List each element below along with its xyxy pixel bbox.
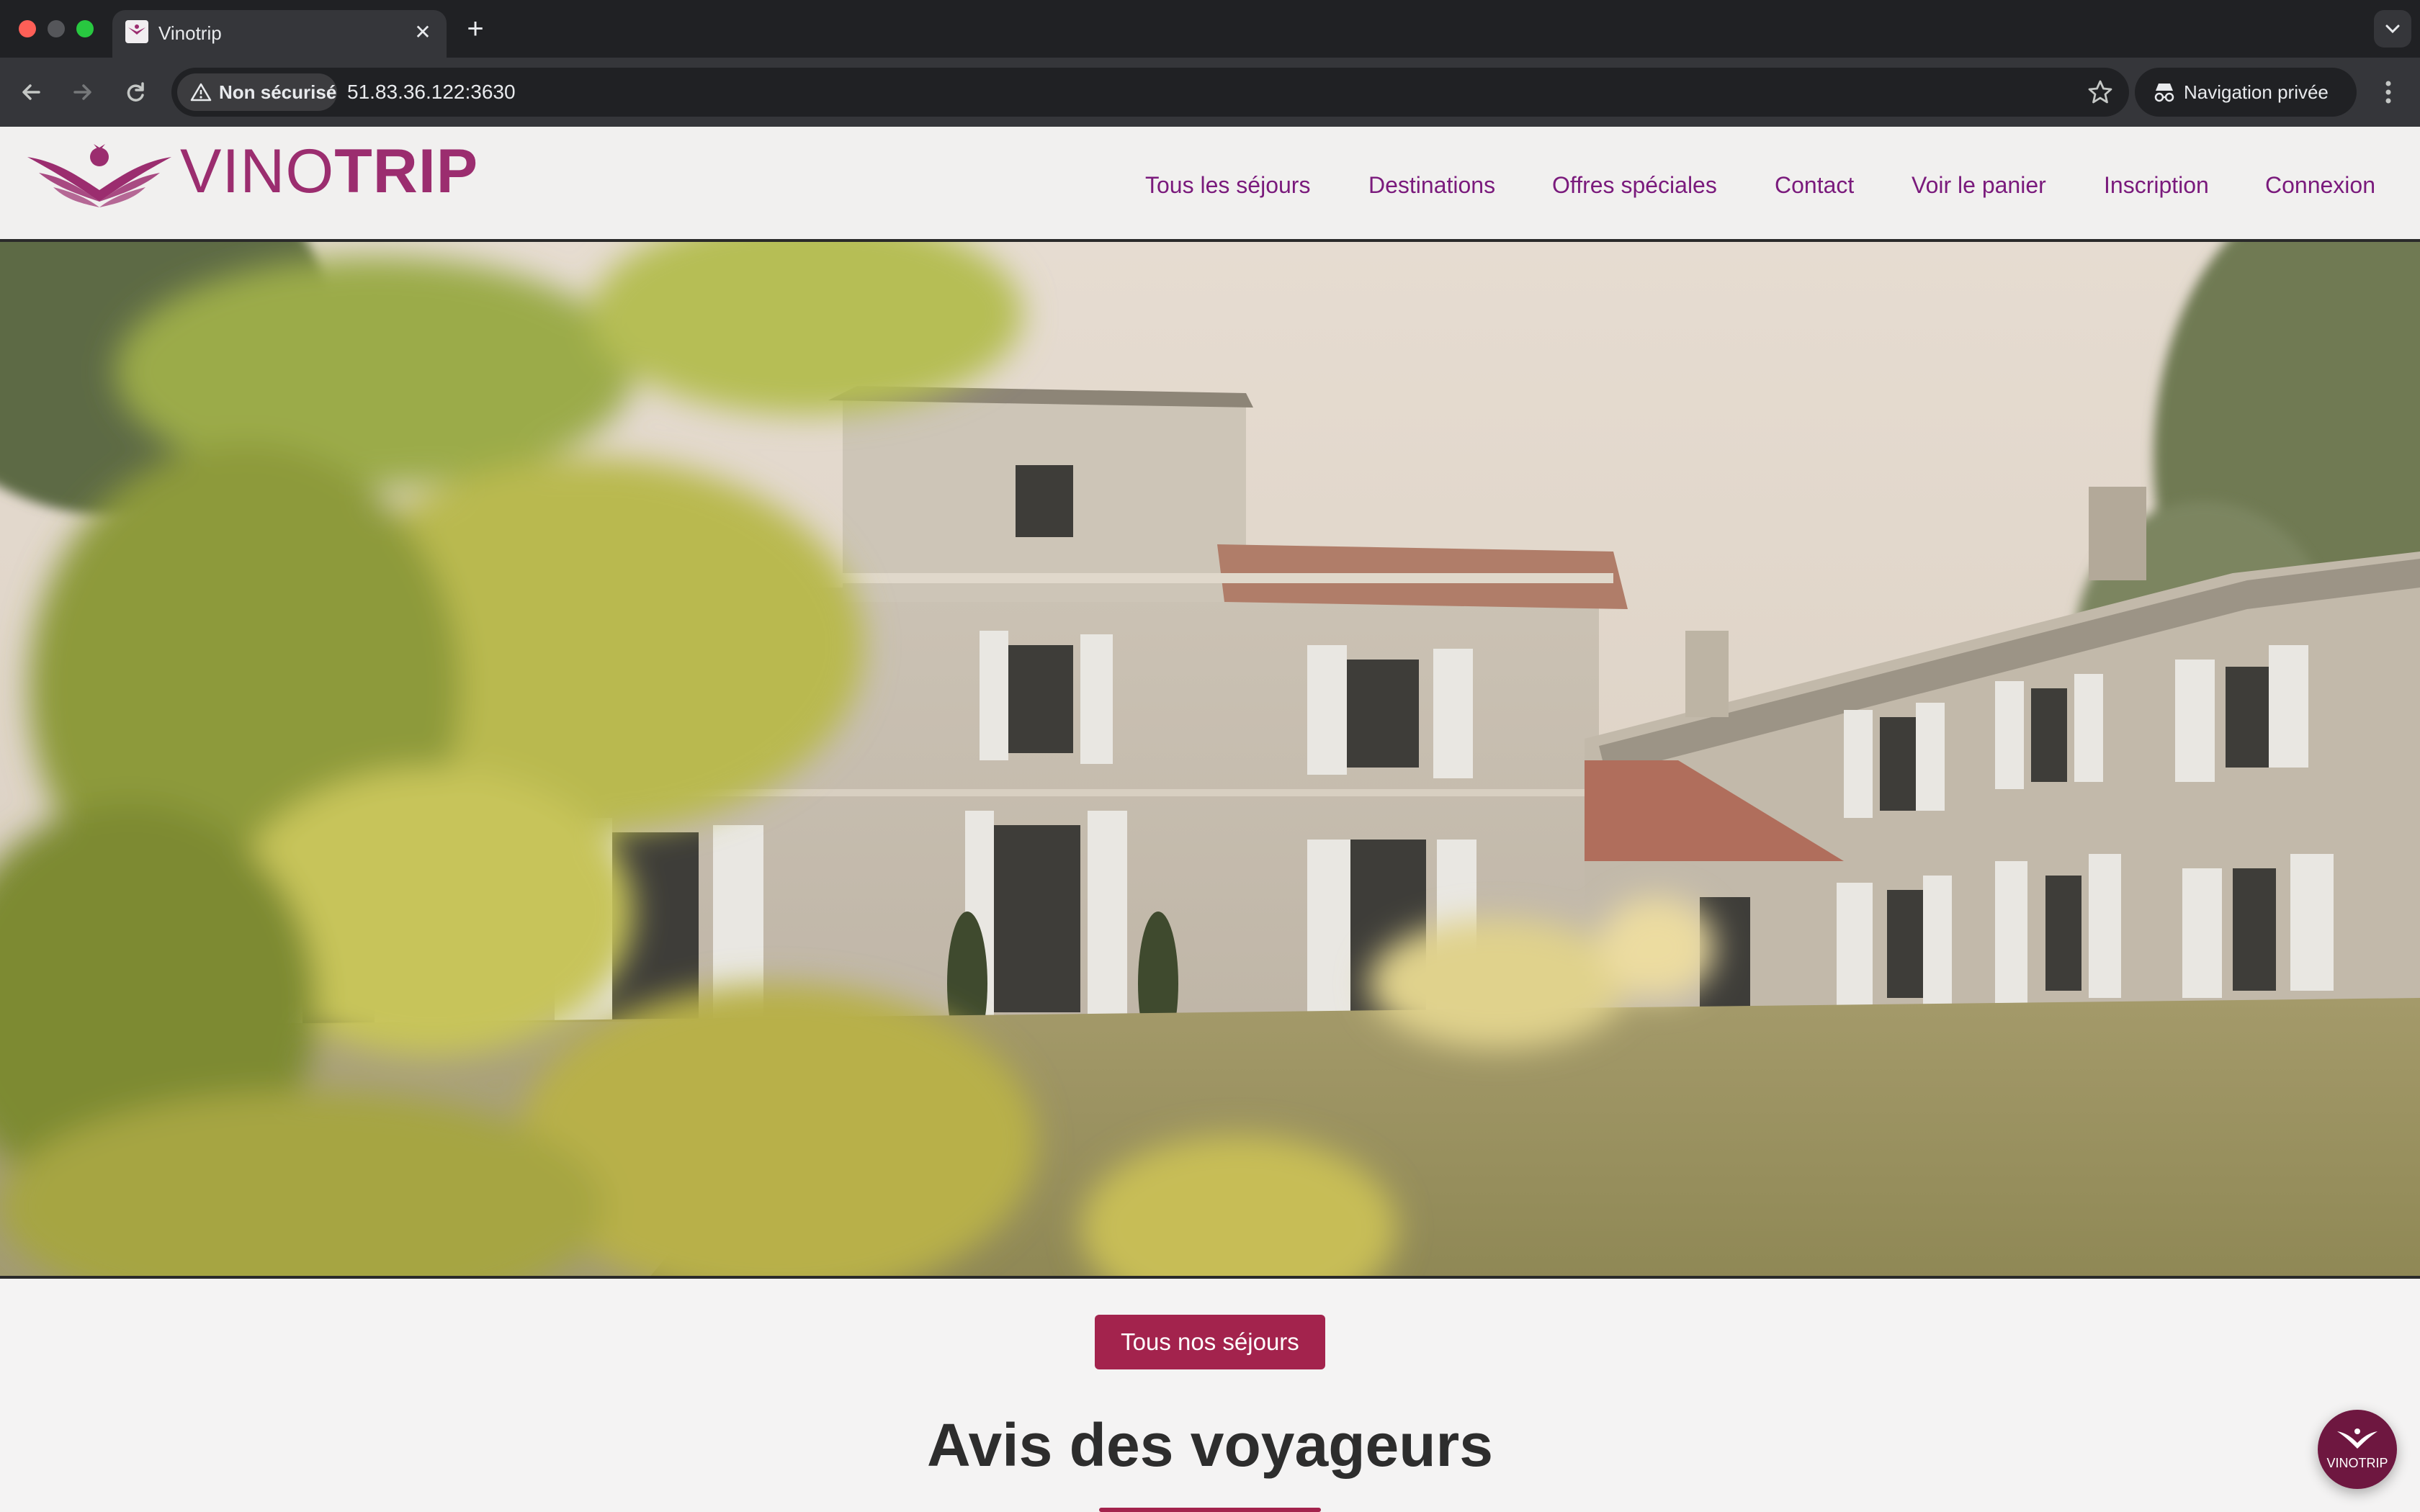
hero-video[interactable] [0,242,2420,1279]
new-tab-button[interactable]: + [461,12,490,46]
browser-toolbar: Non sécurisé 51.83.36.122:3630 Navigatio… [0,58,2420,127]
more-vert-icon [2385,81,2391,104]
vinotrip-logo-icon [2337,1428,2378,1449]
back-button[interactable] [13,73,50,111]
chat-widget-button[interactable]: VINOTRIP [2318,1410,2397,1489]
nav-link-login[interactable]: Connexion [2265,167,2375,203]
minimize-window-button[interactable] [48,20,65,37]
forward-button[interactable] [63,73,101,111]
browser-tab[interactable]: Vinotrip ✕ [112,10,447,58]
warning-icon [190,83,212,102]
incognito-label: Navigation privée [2184,81,2329,103]
browser-tab-strip: Vinotrip ✕ + [0,0,2420,58]
maximize-window-button[interactable] [76,20,94,37]
vinotrip-favicon-icon [125,20,148,43]
reviews-heading: Avis des voyageurs [927,1411,1493,1479]
nav-link-destinations[interactable]: Destinations [1368,167,1495,203]
logo-wordmark[interactable]: VINOTRIP [180,135,478,207]
arrow-right-icon [73,84,91,100]
bookmark-star-icon[interactable] [2086,78,2115,107]
all-stays-button[interactable]: Tous nos séjours [1095,1315,1325,1369]
reload-icon [127,82,144,102]
chateau-hero-image [0,242,2420,1276]
nav-link-cart[interactable]: Voir le panier [1912,167,2046,203]
security-indicator[interactable]: Non sécurisé [177,73,337,111]
close-window-button[interactable] [19,20,36,37]
address-bar[interactable]: Non sécurisé 51.83.36.122:3630 [171,68,2129,117]
incognito-icon [2154,84,2174,102]
nav-link-contact[interactable]: Contact [1775,167,1854,203]
tab-search-button[interactable] [2374,10,2411,48]
nav-link-all-stays[interactable]: Tous les séjours [1145,167,1310,203]
logo-wordmark-thin: VINO [180,137,335,206]
chat-widget-label: VINOTRIP [2326,1456,2388,1470]
reload-button[interactable] [117,73,154,111]
vinotrip-logo-icon[interactable] [27,141,171,213]
incognito-indicator[interactable]: Navigation privée [2135,68,2357,117]
site-header: VINOTRIP Tous les séjours Destinations O… [0,127,2420,242]
heading-underline [1099,1508,1321,1512]
browser-menu-button[interactable] [2372,72,2404,112]
security-label: Non sécurisé [219,81,337,103]
close-tab-icon[interactable]: ✕ [409,19,436,46]
chevron-down-icon [2385,24,2400,34]
tab-title: Vinotrip [158,22,222,44]
logo-wordmark-bold: TRIP [334,137,479,206]
nav-link-register[interactable]: Inscription [2104,167,2209,203]
nav-link-special-offers[interactable]: Offres spéciales [1552,167,1717,203]
url-text[interactable]: 51.83.36.122:3630 [347,68,516,117]
arrow-left-icon [22,84,40,100]
